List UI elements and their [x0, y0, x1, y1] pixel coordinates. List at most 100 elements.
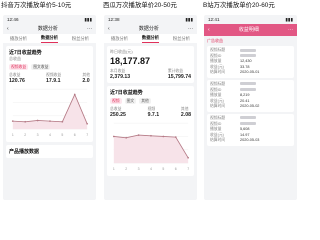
tab-fans[interactable]: 粉丝分析 [173, 36, 190, 42]
detail-value: 2020-05-03 [240, 138, 260, 143]
x-tick-label: 5 [61, 133, 63, 137]
status-bar: 12:41 ▮▮▮ [204, 15, 297, 24]
status-bar: 12:38 ▮▮▮ [104, 15, 197, 24]
tab-play[interactable]: 播放分析 [10, 36, 27, 42]
headline-card: 昨日收益(元) 18,177.87 本月收益 2,379.13 累计收益 15,79… [107, 46, 194, 83]
clock: 12:41 [208, 17, 220, 22]
stat-cumulative: 累计收益 15,799.74 [167, 69, 191, 80]
data-point[interactable] [150, 134, 152, 137]
nav-bar: ‹ 数据分析 ··· [3, 24, 96, 34]
stat-month: 本月收益 2,379.13 [110, 69, 131, 80]
detail-key: 结算时间 [210, 138, 226, 143]
banner-douyin: 抖音万次播放单价5-10元 [1, 2, 72, 9]
line-chart: 1 2 3 4 5 6 7 [11, 88, 88, 137]
data-point[interactable] [137, 134, 140, 136]
data-point[interactable] [86, 122, 88, 125]
x-tick-label: 6 [74, 133, 76, 137]
tab-data[interactable]: 数据分析 [141, 35, 160, 43]
back-icon[interactable]: ‹ [108, 24, 110, 34]
x-tick-label: 5 [162, 167, 164, 171]
stat-video: 视频收益 17.9.1 [46, 73, 62, 84]
phone-right: 12:41 ▮▮▮ ‹ 收益明细 ··· 广告收益 视频标题 视频ID 播放量 12,… [204, 15, 297, 200]
data-point[interactable] [187, 156, 189, 159]
data-point[interactable] [11, 120, 14, 122]
tab-fans[interactable]: 粉丝分析 [72, 36, 89, 42]
redacted-block [240, 54, 256, 58]
redacted-block [240, 48, 256, 52]
pill-video[interactable]: 视频 [110, 98, 122, 104]
x-tick-label: 7 [86, 133, 88, 137]
detail-row: 结算时间 2020-05-03 [210, 138, 291, 144]
stat-video: 视频 9.7.1 [147, 107, 160, 118]
data-point[interactable] [61, 120, 64, 123]
stat-total: 总收益 120.76 [9, 73, 25, 84]
bottom-card-title: 产品播放数据 [9, 149, 40, 155]
phone-left: 12:46 ▮▮▮ ‹ 数据分析 ··· 播放分析 数据分析 粉丝分析 近7日收… [3, 15, 96, 200]
trend-card: 近7日收益趋势 视频 图文 其他 总收益 250.25 视频 9.7.1 其他 2.0… [107, 86, 194, 176]
redacted-block [240, 88, 256, 92]
more-icon[interactable]: ··· [87, 24, 92, 34]
tab-data[interactable]: 数据分析 [40, 35, 59, 43]
x-tick-label: 1 [113, 167, 115, 171]
header-bar: ‹ 收益明细 ··· [204, 24, 297, 36]
x-tick-label: 4 [49, 133, 51, 137]
stat-total: 总收益 250.25 [110, 107, 126, 118]
clock: 12:38 [108, 17, 120, 22]
stat-other: 其他 2.0 [82, 73, 90, 84]
detail-value: 2020-05-01 [240, 70, 260, 75]
tab-bar: 播放分析 数据分析 粉丝分析 [3, 34, 96, 43]
x-tick-label: 6 [175, 167, 177, 171]
clock: 12:46 [7, 17, 19, 22]
pill-article[interactable]: 图文 [124, 98, 137, 104]
series-area [12, 94, 88, 130]
x-tick-label: 7 [187, 167, 189, 171]
data-point[interactable] [125, 136, 128, 139]
x-tick-label: 2 [24, 133, 26, 137]
more-icon[interactable]: ··· [188, 24, 193, 34]
headline-value: 18,177.87 [110, 56, 151, 66]
tab-bar: 播放分析 数据分析 粉丝分析 [104, 34, 197, 43]
nav-bar: ‹ 数据分析 ··· [104, 24, 197, 34]
header-title: 收益明细 [238, 27, 259, 33]
x-tick-label: 2 [125, 167, 127, 171]
detail-value: 2020-05-02 [240, 104, 260, 109]
pill-video[interactable]: 视频收益 [9, 64, 29, 70]
bottom-card: 产品播放数据 [6, 145, 93, 158]
x-tick-label: 3 [138, 167, 140, 171]
detail-key: 结算时间 [210, 104, 226, 109]
detail-row: 结算时间 2020-05-02 [210, 104, 291, 110]
detail-card: 视频标题 视频ID 播放量 12,430 收益(元) 33.78 结算时间 2020-05-0… [207, 46, 294, 78]
redacted-block [240, 82, 256, 86]
redacted-block [240, 122, 256, 126]
data-point[interactable] [73, 93, 76, 96]
data-point[interactable] [174, 136, 177, 138]
data-point[interactable] [162, 135, 165, 138]
detail-card: 视频标题 视频ID 播放量 5,608 收益(元) 14.97 结算时间 2020-05-03 [207, 113, 294, 146]
banner-bilibili: B站万次播放单价20-60元 [203, 2, 275, 9]
phone-middle: 12:38 ▮▮▮ ‹ 数据分析 ··· 播放分析 数据分析 粉丝分析 昨日收益… [104, 15, 197, 200]
back-icon[interactable]: ‹ [7, 24, 9, 34]
tab-play[interactable]: 播放分析 [111, 36, 128, 42]
pill-other[interactable]: 其他 [139, 98, 151, 104]
trend-card: 近7日收益趋势 总收益 视频收益 图文收益 总收益 120.76 视频收益 17.9… [6, 46, 93, 142]
data-point[interactable] [49, 120, 51, 122]
data-point[interactable] [112, 135, 115, 138]
status-bar: 12:46 ▮▮▮ [3, 15, 96, 24]
detail-key: 结算时间 [210, 70, 226, 75]
headline-label: 昨日收益(元) [110, 49, 133, 54]
card-title: 近7日收益趋势 [9, 50, 42, 56]
line-chart: 1 2 3 4 5 6 7 [112, 122, 189, 171]
more-icon[interactable]: ··· [288, 24, 293, 36]
x-tick-label: 3 [37, 133, 39, 137]
data-point[interactable] [36, 119, 39, 122]
data-point[interactable] [24, 120, 27, 123]
page-title: 数据分析 [37, 26, 58, 32]
page-title: 数据分析 [138, 26, 159, 32]
redacted-block [240, 116, 256, 120]
section-label: 广告收益 [207, 38, 223, 43]
signal-icon: ▮▮▮ [285, 17, 293, 22]
pill-article[interactable]: 图文收益 [31, 64, 51, 70]
signal-icon: ▮▮▮ [185, 17, 193, 22]
back-icon[interactable]: ‹ [208, 24, 210, 36]
detail-card: 视频标题 视频ID 播放量 8,219 收益(元) 20.41 结算时间 2020-05-02 [207, 79, 294, 112]
